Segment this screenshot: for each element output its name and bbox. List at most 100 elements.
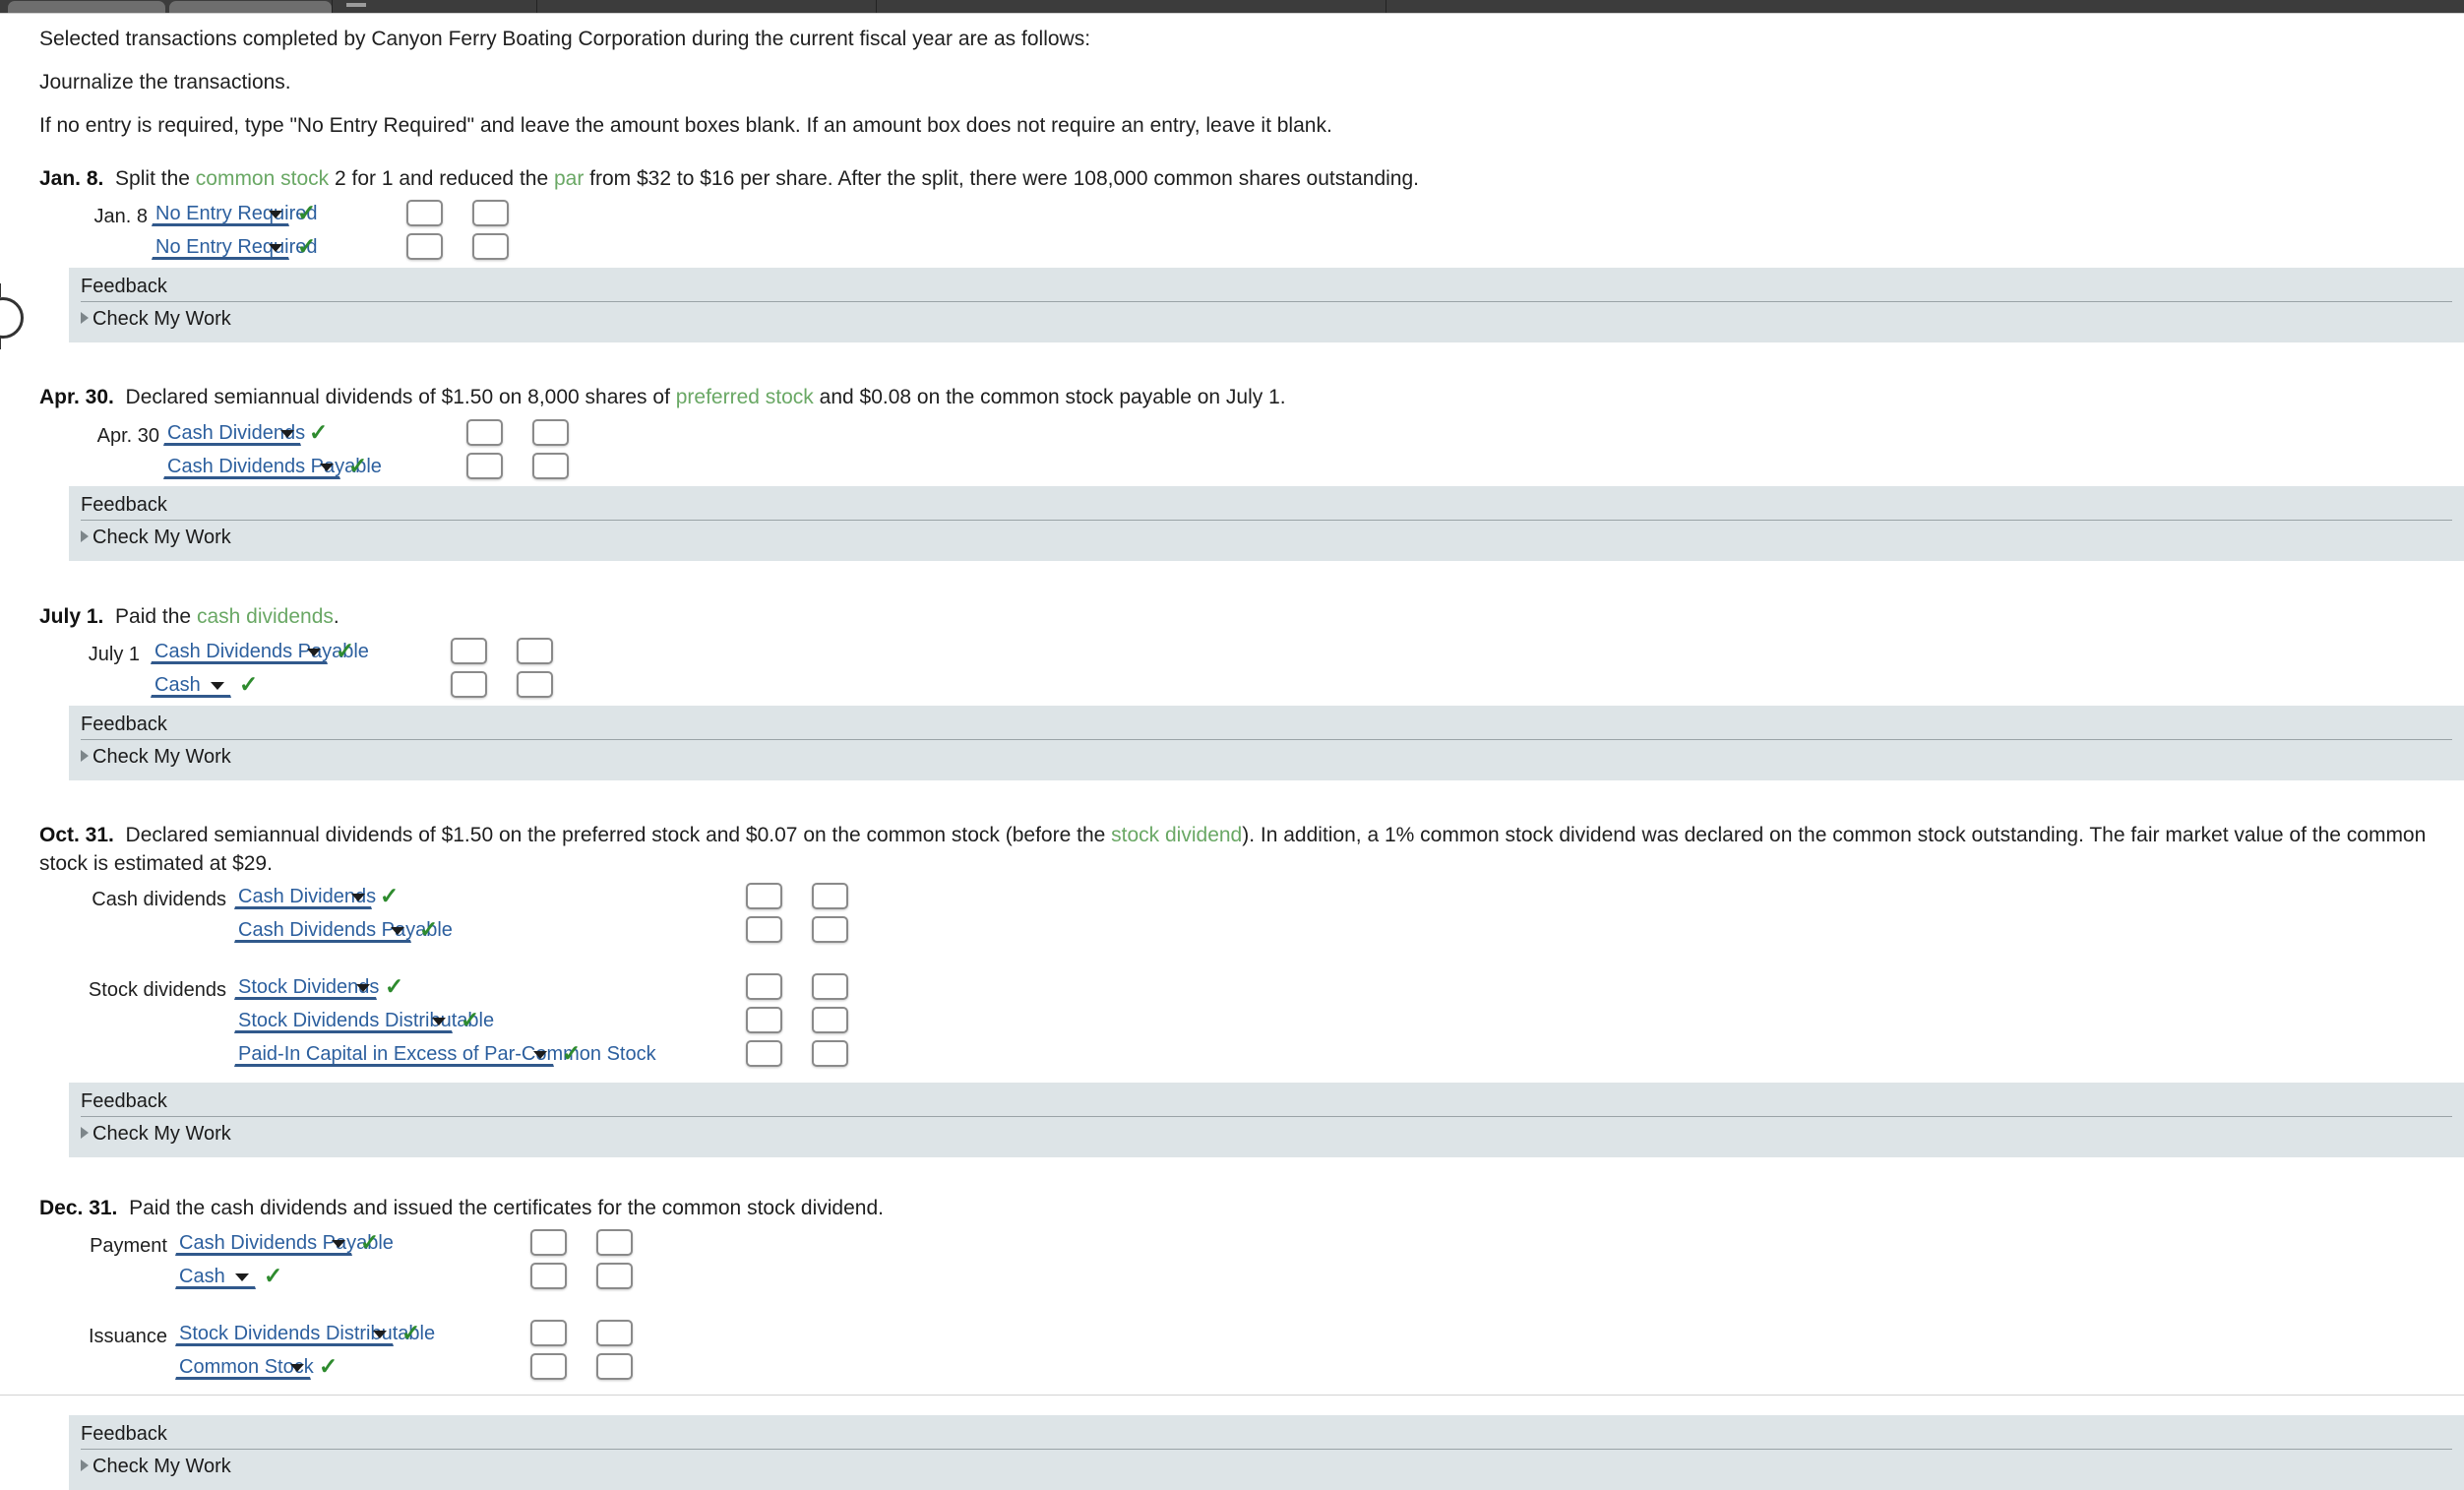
debit-amount-input[interactable] xyxy=(530,1353,567,1380)
debit-amount-input[interactable] xyxy=(451,638,487,664)
debit-amount-input[interactable] xyxy=(406,233,443,260)
check-my-work-label: Check My Work xyxy=(92,746,231,768)
account-select[interactable]: Stock Dividends Distributable xyxy=(175,1320,435,1346)
check-my-work-toggle[interactable]: Check My Work xyxy=(81,527,231,549)
checkmark-icon: ✓ xyxy=(419,916,439,942)
debit-amount-input[interactable] xyxy=(466,453,503,479)
account-select[interactable]: Stock Dividends Distributable xyxy=(234,1007,494,1033)
credit-amount-input[interactable] xyxy=(596,1229,633,1256)
account-select-value: Stock Dividends Distributable xyxy=(179,1323,436,1344)
account-select[interactable]: Cash Dividends Payable xyxy=(175,1229,394,1256)
check-my-work-label: Check My Work xyxy=(92,308,231,330)
debit-amount-input[interactable] xyxy=(746,1040,782,1067)
feedback-panel: Feedback Check My Work xyxy=(69,486,2464,561)
triangle-right-icon xyxy=(81,312,89,324)
account-select[interactable]: Paid-In Capital in Excess of Par-Common … xyxy=(234,1040,656,1067)
check-my-work-toggle[interactable]: Check My Work xyxy=(81,1456,231,1478)
debit-amount-input[interactable] xyxy=(746,916,782,943)
chevron-down-icon xyxy=(269,211,282,218)
credit-amount-input[interactable] xyxy=(812,1007,848,1033)
transaction-description-text: Declared semiannual dividends of $1.50 o… xyxy=(125,824,1112,846)
credit-amount-input[interactable] xyxy=(517,638,553,664)
credit-amount-input[interactable] xyxy=(596,1263,633,1289)
account-select[interactable]: Cash Dividends Payable xyxy=(234,916,453,943)
feedback-panel: Feedback Check My Work xyxy=(69,268,2464,342)
browser-tab-1[interactable] xyxy=(8,1,165,13)
credit-amount-input[interactable] xyxy=(812,1040,848,1067)
check-my-work-toggle[interactable]: Check My Work xyxy=(81,308,231,331)
account-select[interactable]: Cash Dividends Payable xyxy=(151,638,369,664)
account-select[interactable]: Cash xyxy=(175,1263,256,1289)
account-select[interactable]: Cash Dividends Payable xyxy=(163,453,382,479)
debit-amount-input[interactable] xyxy=(451,671,487,698)
feedback-title: Feedback xyxy=(81,714,167,735)
debit-amount-input[interactable] xyxy=(746,1007,782,1033)
credit-amount-input[interactable] xyxy=(812,916,848,943)
account-select-value: Stock Dividends Distributable xyxy=(238,1010,495,1031)
transaction-heading-dec31: Dec. 31. Paid the cash dividends and iss… xyxy=(39,1194,2464,1222)
browser-tab-2[interactable] xyxy=(169,1,332,13)
account-select[interactable]: Cash Dividends xyxy=(163,419,305,446)
new-tab-button[interactable] xyxy=(346,3,366,7)
debit-amount-input[interactable] xyxy=(746,973,782,1000)
glossary-term-link[interactable]: preferred stock xyxy=(676,386,814,408)
feedback-divider xyxy=(81,301,2452,302)
credit-amount-input[interactable] xyxy=(532,453,569,479)
tab-divider xyxy=(536,0,537,13)
chevron-down-icon xyxy=(332,1240,345,1248)
glossary-term-link[interactable]: par xyxy=(554,167,584,190)
glossary-term-link[interactable]: cash dividends xyxy=(197,605,334,628)
check-my-work-label: Check My Work xyxy=(92,527,231,548)
debit-amount-input[interactable] xyxy=(746,883,782,909)
check-my-work-toggle[interactable]: Check My Work xyxy=(81,746,231,769)
journal-row-label: Jan. 8 xyxy=(93,206,148,227)
chevron-down-icon xyxy=(533,1051,547,1059)
journal-row-label: Payment xyxy=(90,1235,167,1257)
transaction-date-label: Apr. 30. xyxy=(39,386,114,408)
credit-amount-input[interactable] xyxy=(596,1320,633,1346)
feedback-divider xyxy=(81,739,2452,740)
account-select[interactable]: No Entry Required xyxy=(152,200,318,226)
account-select[interactable]: Common Stock xyxy=(175,1353,314,1380)
debit-amount-input[interactable] xyxy=(406,200,443,226)
checkmark-icon: ✓ xyxy=(319,1353,339,1379)
credit-amount-input[interactable] xyxy=(472,233,509,260)
checkmark-icon: ✓ xyxy=(461,1007,480,1032)
feedback-divider xyxy=(81,520,2452,521)
account-select[interactable]: Cash Dividends xyxy=(234,883,376,909)
panel-collapse-handle[interactable]: ‹ xyxy=(0,283,24,349)
credit-amount-input[interactable] xyxy=(596,1353,633,1380)
account-select[interactable]: Cash xyxy=(151,671,231,698)
checkmark-icon: ✓ xyxy=(348,453,368,478)
debit-amount-input[interactable] xyxy=(530,1320,567,1346)
credit-amount-input[interactable] xyxy=(812,883,848,909)
glossary-term-link[interactable]: common stock xyxy=(196,167,329,190)
debit-amount-input[interactable] xyxy=(530,1229,567,1256)
feedback-panel: Feedback Check My Work xyxy=(69,1415,2464,1490)
credit-amount-input[interactable] xyxy=(517,671,553,698)
transaction-heading-jan8: Jan. 8. Split the common stock 2 for 1 a… xyxy=(39,164,2464,193)
transaction-description-text: from $32 to $16 per share. After the spl… xyxy=(584,167,1419,190)
debit-amount-input[interactable] xyxy=(530,1263,567,1289)
chevron-down-icon xyxy=(280,430,294,438)
credit-amount-input[interactable] xyxy=(532,419,569,446)
chevron-down-icon xyxy=(269,244,282,252)
chevron-down-icon xyxy=(290,1364,304,1372)
intro-line-1: Selected transactions completed by Canyo… xyxy=(39,28,1091,50)
account-select[interactable]: No Entry Required xyxy=(152,233,318,260)
check-my-work-toggle[interactable]: Check My Work xyxy=(81,1123,231,1146)
account-select[interactable]: Stock Dividends xyxy=(234,973,379,1000)
checkmark-icon: ✓ xyxy=(380,883,400,908)
chevron-down-icon xyxy=(356,984,370,992)
credit-amount-input[interactable] xyxy=(812,973,848,1000)
credit-amount-input[interactable] xyxy=(472,200,509,226)
chevron-down-icon xyxy=(320,464,334,471)
transaction-date-label: Jan. 8. xyxy=(39,167,104,190)
transaction-description-text: Split the xyxy=(115,167,196,190)
checkmark-icon: ✓ xyxy=(309,419,329,445)
glossary-term-link[interactable]: stock dividend xyxy=(1111,824,1242,846)
transaction-heading-oct31: Oct. 31. Declared semiannual dividends o… xyxy=(39,821,2464,879)
feedback-title: Feedback xyxy=(81,1090,167,1112)
account-select-value: Paid-In Capital in Excess of Par-Common … xyxy=(238,1043,656,1065)
debit-amount-input[interactable] xyxy=(466,419,503,446)
